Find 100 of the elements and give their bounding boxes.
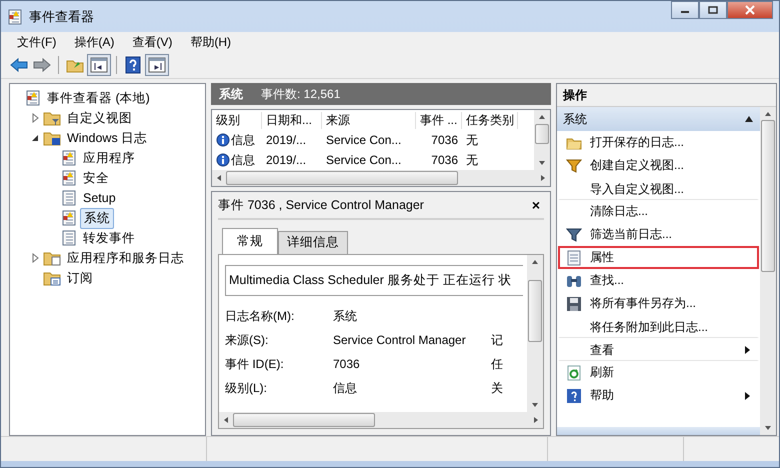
field-label: 事件 ID(E): — [225, 356, 285, 372]
save-icon — [566, 296, 582, 312]
tree-item[interactable]: 订阅 — [64, 268, 96, 288]
table-cell: 信息 — [231, 152, 255, 168]
tree-item[interactable]: 应用程序和服务日志 — [64, 248, 187, 268]
action-item[interactable]: 创建自定义视图... — [558, 154, 759, 177]
refresh-icon — [566, 364, 582, 380]
scroll-arrow-icon[interactable] — [215, 174, 223, 182]
event-row[interactable]: 信息 2019/... Service Con... 7036 无 — [212, 130, 534, 150]
collapse-icon[interactable] — [744, 115, 754, 123]
document-icon — [61, 190, 77, 206]
log-icon — [25, 90, 41, 106]
action-item[interactable]: 将所有事件另存为... — [558, 292, 759, 315]
tab[interactable]: 常规 — [222, 228, 278, 254]
tree-item[interactable]: 事件查看器 (本地) — [44, 88, 153, 108]
table-cell-text: 7036 — [430, 133, 459, 147]
window-title: 事件查看器 — [29, 8, 95, 26]
menu-item[interactable]: 操作(A) — [66, 32, 122, 52]
tree-item[interactable]: Windows 日志 — [64, 128, 150, 148]
menu-item[interactable]: 查看(V) — [124, 32, 180, 52]
section-header[interactable]: 系统 — [557, 107, 760, 131]
field-label: 日志名称(M): — [225, 308, 296, 324]
log-icon — [7, 8, 23, 24]
action-item[interactable]: 清除日志... — [558, 200, 759, 223]
document-icon — [61, 230, 77, 246]
action-item[interactable]: 将任务附加到此日志... — [558, 315, 759, 338]
close-icon — [745, 5, 755, 15]
column-header[interactable]: 任务类别 — [462, 112, 518, 128]
field-label: 来源(S): — [225, 332, 270, 348]
description-field[interactable]: Multimedia Class Scheduler 服务处于 正在运行 状 — [225, 265, 523, 296]
maximize-button[interactable] — [699, 1, 727, 19]
table-cell-text: Service Con... — [325, 133, 402, 147]
funnel-icon — [566, 158, 582, 174]
tree-item[interactable]: 应用程序 — [80, 148, 138, 168]
minimize-button[interactable] — [671, 1, 699, 19]
event-row[interactable]: 信息 2019/... Service Con... 7036 无 — [212, 150, 534, 170]
pane-toggle-icon[interactable] — [146, 55, 168, 75]
action-item[interactable]: 属性 — [558, 246, 759, 269]
tab[interactable]: 详细信息 — [278, 231, 348, 254]
field-value: Service Control Manager — [333, 333, 467, 347]
action-item[interactable]: 查找... — [558, 269, 759, 292]
folder-icon — [43, 250, 61, 266]
pane-toggle-icon[interactable] — [88, 55, 110, 75]
action-item[interactable]: 筛选当前日志... — [558, 223, 759, 246]
scroll-arrow-icon[interactable] — [222, 416, 230, 424]
vertical-scrollbar[interactable] — [534, 110, 550, 170]
log-icon — [61, 170, 77, 186]
column-header[interactable]: 来源 — [322, 112, 416, 128]
column-header[interactable]: 级别 — [212, 112, 262, 128]
column-header[interactable]: 日期和... — [262, 112, 322, 128]
log-name: 系统 — [219, 86, 243, 102]
scroll-arrow-icon[interactable] — [531, 258, 539, 266]
field-label: 记 — [491, 332, 504, 348]
submenu-arrow-icon — [744, 345, 751, 355]
close-button[interactable] — [727, 1, 773, 19]
actions-title: 操作 — [557, 84, 776, 107]
menu-item[interactable]: 帮助(H) — [182, 32, 239, 52]
back-arrow-icon[interactable] — [9, 56, 29, 74]
folder-icon — [43, 130, 61, 146]
horizontal-scrollbar[interactable] — [212, 170, 550, 186]
tree-item[interactable]: Setup — [80, 190, 119, 206]
field-label: 任 — [491, 356, 504, 372]
tree-item[interactable]: 系统 — [80, 208, 114, 228]
vertical-scrollbar[interactable] — [527, 255, 543, 412]
vertical-scrollbar[interactable] — [760, 107, 776, 435]
info-icon — [216, 153, 230, 167]
folder-icon — [566, 136, 582, 150]
column-header[interactable]: 事件 ... — [416, 112, 462, 128]
field-value: 7036 — [333, 357, 361, 371]
log-icon — [61, 210, 77, 226]
action-item[interactable]: 查看 — [558, 338, 759, 361]
log-icon — [61, 150, 77, 166]
table-cell-text: Service Con... — [325, 153, 402, 167]
action-item[interactable]: 导入自定义视图... — [558, 177, 759, 200]
tree-item[interactable]: 转发事件 — [80, 228, 138, 248]
menu-item[interactable]: 文件(F) — [9, 32, 64, 52]
folder-icon — [43, 270, 61, 286]
scroll-arrow-icon[interactable] — [538, 113, 546, 121]
tree-item[interactable]: 自定义视图 — [64, 108, 135, 128]
close-button[interactable]: × — [528, 197, 544, 213]
tree-item[interactable]: 安全 — [80, 168, 112, 188]
scroll-arrow-icon[interactable] — [764, 110, 772, 118]
funnel-icon — [566, 226, 582, 242]
action-item[interactable]: 打开保存的日志... — [558, 131, 759, 154]
expander-icon[interactable] — [30, 133, 40, 143]
info-icon — [216, 133, 230, 147]
table-cell-text: 无 — [465, 152, 479, 168]
action-item[interactable]: 帮助 — [558, 384, 759, 407]
horizontal-scrollbar[interactable] — [219, 412, 543, 428]
maximize-icon — [708, 6, 718, 14]
folder-icon — [43, 110, 61, 126]
action-item[interactable]: 刷新 — [558, 361, 759, 384]
scroll-arrow-icon[interactable] — [764, 424, 772, 432]
table-cell-text: 7036 — [430, 153, 459, 167]
table-cell: 信息 — [231, 132, 255, 148]
event-title: 事件 7036 , Service Control Manager — [218, 196, 425, 214]
field-label: 级别(L): — [225, 380, 268, 396]
help-icon[interactable] — [123, 55, 143, 75]
section-title: 系统 — [563, 110, 588, 128]
field-value: 信息 — [333, 380, 358, 396]
